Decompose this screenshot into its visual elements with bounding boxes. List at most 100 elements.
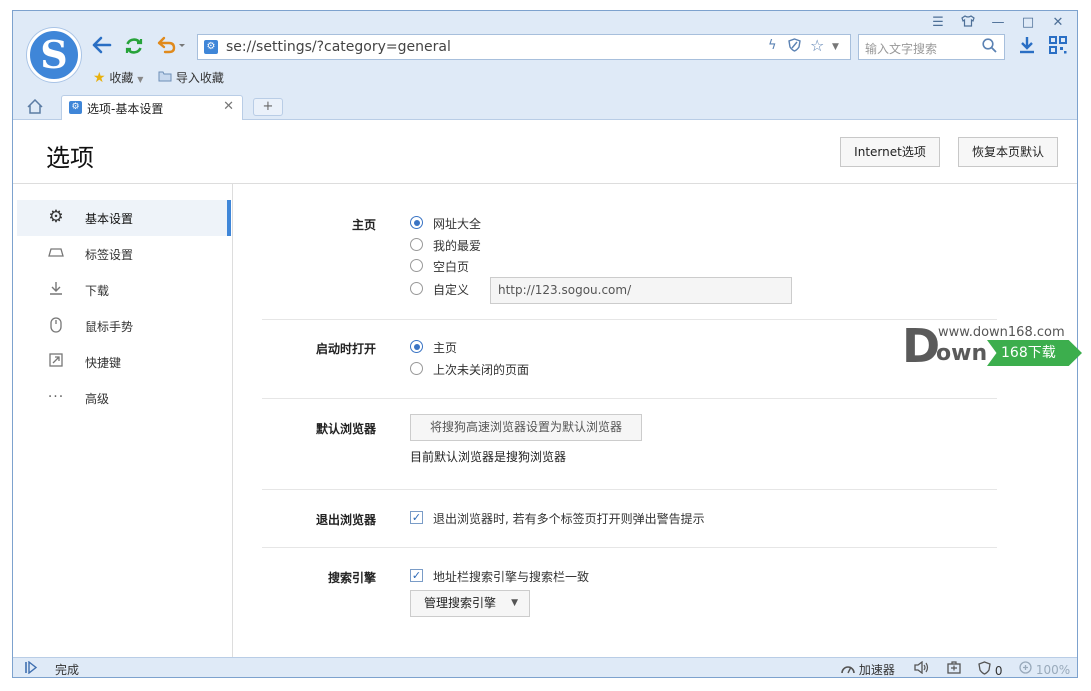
sidebar-item-label: 高级 — [85, 392, 110, 406]
close-icon[interactable]: ✕ — [223, 99, 234, 114]
speedometer-icon — [841, 663, 859, 677]
sidebar-item-shortcuts[interactable]: 快捷键 — [17, 344, 231, 380]
folder-icon — [158, 71, 176, 85]
radio-button[interactable] — [410, 238, 423, 251]
zoom-icon — [1019, 661, 1036, 677]
apps-icon[interactable] — [1049, 36, 1067, 59]
sidebar-item-label: 鼠标手势 — [85, 320, 134, 334]
divider — [262, 398, 997, 399]
chevron-down-icon: ▼ — [137, 75, 144, 84]
new-tab-button[interactable]: + — [253, 98, 283, 116]
sound-icon[interactable] — [914, 660, 929, 677]
mouse-icon — [47, 317, 65, 337]
sidebar-item-basic[interactable]: ⚙ 基本设置 — [17, 200, 231, 236]
radio-button[interactable] — [410, 282, 423, 295]
favorites-menu[interactable]: ★ 收藏 ▼ — [93, 69, 143, 86]
sidebar-item-advanced[interactable]: ··· 高级 — [17, 380, 231, 416]
settings-sidebar: ⚙ 基本设置 标签设置 下载 鼠标手势 快捷键 ··· 高级 — [13, 184, 233, 657]
default-browser-label: 默认浏览器 — [315, 422, 376, 436]
more-icon: ··· — [47, 389, 65, 405]
settings-content: 主页 网址大全 我的最爱 空白页 自定义 http://123.sogou.co… — [233, 184, 1077, 657]
shield-icon[interactable] — [788, 38, 801, 56]
tab-settings[interactable]: ⚙ 选项-基本设置 ✕ — [61, 95, 243, 120]
startup-label: 启动时打开 — [315, 342, 376, 356]
zoom-control[interactable]: 100% — [1019, 661, 1070, 677]
shortcut-icon — [47, 353, 65, 371]
download-icon — [47, 281, 65, 299]
homepage-label: 主页 — [351, 218, 376, 232]
sidebar-item-mouse[interactable]: 鼠标手势 — [17, 308, 231, 344]
internet-options-button[interactable]: Internet选项 — [840, 137, 940, 167]
sidebar-item-label: 快捷键 — [85, 356, 122, 370]
maximize-button[interactable]: □ — [1015, 15, 1041, 31]
refresh-button[interactable] — [123, 36, 145, 58]
star-icon[interactable]: ☆ — [810, 36, 824, 55]
sogou-logo[interactable]: S — [27, 28, 81, 82]
checkbox[interactable]: ✓ — [410, 569, 423, 582]
option-label: 主页 — [433, 341, 458, 355]
radio-button[interactable] — [410, 362, 423, 375]
home-icon[interactable] — [27, 98, 43, 118]
search-icon[interactable] — [982, 38, 997, 57]
shield-count: 0 — [994, 664, 1003, 678]
page-title: 选项 — [46, 144, 94, 172]
radio-button[interactable] — [410, 259, 423, 272]
watermark-site: www.down168.com — [938, 325, 1065, 340]
option-label: 我的最爱 — [433, 239, 482, 253]
tab-strip: ⚙ 选项-基本设置 ✕ + — [13, 95, 1077, 120]
chevron-down-icon[interactable]: ▼ — [832, 42, 839, 52]
search-engine-label: 搜索引擎 — [327, 571, 376, 585]
radio-button[interactable] — [410, 340, 423, 353]
option-label: 上次未关闭的页面 — [433, 363, 530, 377]
import-favorites-label: 导入收藏 — [175, 71, 224, 85]
radio-button[interactable] — [410, 216, 423, 229]
sidebar-item-download[interactable]: 下载 — [17, 272, 231, 308]
tab-label: 选项-基本设置 — [87, 102, 164, 116]
option-label: 自定义 — [433, 283, 470, 297]
exit-browser-label: 退出浏览器 — [315, 513, 376, 527]
search-box[interactable]: 输入文字搜索 — [858, 34, 1005, 60]
status-bar: 完成 加速器 0 100% — [13, 657, 1077, 678]
menu-icon[interactable]: ☰ — [925, 15, 951, 31]
sidebar-item-tabs[interactable]: 标签设置 — [17, 236, 231, 272]
address-bar[interactable]: ⚙ se://settings/?category=general ϟ ☆ ▼ — [197, 34, 851, 60]
settings-icon: ⚙ — [69, 101, 82, 114]
watermark-brand: own — [936, 341, 988, 366]
gear-icon: ⚙ — [48, 207, 64, 227]
undo-close-button[interactable] — [155, 36, 187, 58]
set-default-browser-button[interactable]: 将搜狗高速浏览器设置为默认浏览器 — [410, 414, 642, 441]
skin-icon[interactable] — [955, 15, 981, 31]
default-browser-status: 目前默认浏览器是搜狗浏览器 — [410, 450, 567, 464]
watermark-tag: 168下载 — [987, 340, 1082, 366]
close-button[interactable]: ✕ — [1045, 15, 1071, 31]
zoom-level: 100% — [1035, 663, 1071, 677]
import-favorites-link[interactable]: 导入收藏 — [158, 69, 224, 86]
checkbox-label: 地址栏搜索引擎与搜索栏一致 — [433, 570, 590, 584]
minimize-button[interactable]: — — [985, 15, 1011, 31]
screenshot-icon[interactable] — [947, 661, 961, 677]
favorites-label: 收藏 — [109, 71, 134, 85]
checkbox-label: 退出浏览器时, 若有多个标签页打开则弹出警告提示 — [433, 512, 705, 526]
manage-search-engines-button[interactable]: 管理搜索引擎 ▼ — [410, 590, 530, 617]
divider — [262, 319, 997, 320]
restore-defaults-button[interactable]: 恢复本页默认 — [958, 137, 1058, 167]
option-label: 网址大全 — [433, 217, 482, 231]
browser-toolbar: ☰ — □ ✕ S ⚙ se://settings/?category=gene… — [13, 11, 1077, 120]
checkbox[interactable]: ✓ — [410, 511, 423, 524]
back-button[interactable] — [91, 36, 113, 58]
star-icon: ★ — [93, 70, 106, 86]
divider — [262, 489, 997, 490]
sidebar-item-label: 标签设置 — [85, 248, 134, 262]
divider — [262, 547, 997, 548]
search-placeholder[interactable]: 输入文字搜索 — [865, 40, 937, 57]
address-url[interactable]: se://settings/?category=general — [226, 39, 451, 55]
security-shield-button[interactable]: 0 — [978, 661, 1003, 678]
page-header: 选项 Internet选项 恢复本页默认 — [13, 120, 1077, 184]
sidebar-item-label: 基本设置 — [85, 212, 134, 226]
sidebar-toggle-icon[interactable] — [24, 660, 38, 677]
accelerator-button[interactable]: 加速器 — [841, 661, 895, 677]
download-icon[interactable] — [1018, 36, 1036, 59]
sidebar-item-label: 下载 — [85, 284, 110, 298]
custom-homepage-input[interactable]: http://123.sogou.com/ — [490, 277, 792, 304]
lightning-icon[interactable]: ϟ — [768, 38, 777, 53]
